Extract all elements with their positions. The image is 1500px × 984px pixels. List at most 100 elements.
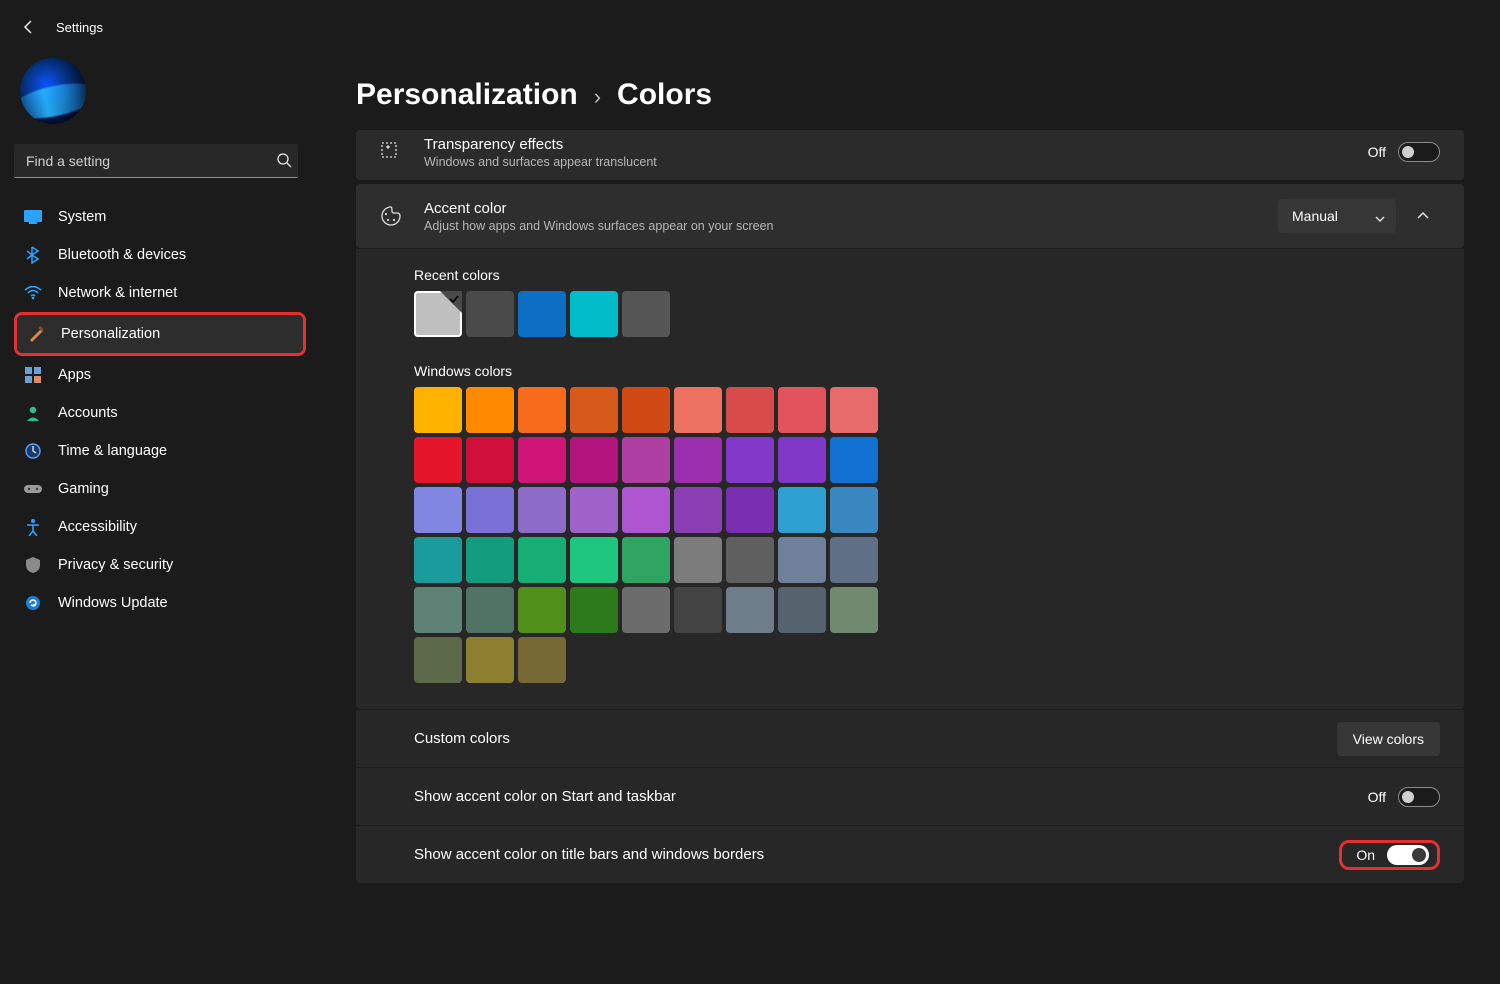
windows-color-swatch[interactable]: [414, 537, 462, 583]
sidebar-item-label: Windows Update: [58, 595, 168, 611]
sidebar-item-time[interactable]: Time & language: [14, 432, 306, 470]
sidebar-item-accounts[interactable]: Accounts: [14, 394, 306, 432]
windows-color-swatch[interactable]: [466, 537, 514, 583]
brush-icon: [27, 325, 45, 343]
windows-color-swatch[interactable]: [518, 437, 566, 483]
bluetooth-icon: [24, 246, 42, 264]
breadcrumb-parent[interactable]: Personalization: [356, 78, 578, 112]
windows-color-swatch[interactable]: [778, 487, 826, 533]
sidebar-item-network[interactable]: Network & internet: [14, 274, 306, 312]
gamepad-icon: [24, 480, 42, 498]
windows-color-swatch[interactable]: [778, 587, 826, 633]
recent-color-swatch[interactable]: [570, 291, 618, 337]
sidebar-item-gaming[interactable]: Gaming: [14, 470, 306, 508]
sidebar-item-bluetooth[interactable]: Bluetooth & devices: [14, 236, 306, 274]
windows-color-swatch[interactable]: [570, 587, 618, 633]
clock-globe-icon: [24, 442, 42, 460]
avatar[interactable]: [20, 58, 86, 124]
windows-color-swatch[interactable]: [726, 387, 774, 433]
accent-mode-dropdown[interactable]: Manual: [1278, 199, 1396, 233]
windows-color-swatch[interactable]: [518, 637, 566, 683]
sidebar-item-accessibility[interactable]: Accessibility: [14, 508, 306, 546]
windows-color-swatch[interactable]: [726, 587, 774, 633]
back-button[interactable]: [20, 18, 38, 36]
windows-color-swatch[interactable]: [622, 587, 670, 633]
titlebar-title: Show accent color on title bars and wind…: [414, 846, 764, 863]
windows-color-swatch[interactable]: [414, 487, 462, 533]
recent-color-swatch[interactable]: [466, 291, 514, 337]
recent-colors-row: [414, 291, 1440, 337]
sidebar-item-privacy[interactable]: Privacy & security: [14, 546, 306, 584]
search-icon: [276, 152, 292, 168]
view-colors-button[interactable]: View colors: [1337, 722, 1440, 756]
sidebar-item-update[interactable]: Windows Update: [14, 584, 306, 622]
windows-color-swatch[interactable]: [674, 437, 722, 483]
titlebar-state: On: [1356, 847, 1375, 863]
windows-color-swatch[interactable]: [726, 437, 774, 483]
chevron-right-icon: ›: [594, 84, 601, 110]
windows-color-swatch[interactable]: [518, 387, 566, 433]
windows-color-swatch[interactable]: [518, 587, 566, 633]
transparency-toggle[interactable]: [1398, 142, 1440, 162]
windows-color-swatch[interactable]: [830, 437, 878, 483]
recent-color-swatch[interactable]: [518, 291, 566, 337]
windows-color-swatch[interactable]: [466, 587, 514, 633]
accent-mode-value: Manual: [1292, 208, 1338, 224]
windows-color-swatch[interactable]: [414, 387, 462, 433]
sidebar-item-apps[interactable]: Apps: [14, 356, 306, 394]
titlebar-toggle[interactable]: [1387, 845, 1429, 865]
recent-color-swatch[interactable]: [414, 291, 462, 337]
transparency-subtitle: Windows and surfaces appear translucent: [424, 155, 1368, 169]
sidebar-item-personalization[interactable]: Personalization: [17, 315, 303, 353]
windows-color-swatch[interactable]: [570, 537, 618, 583]
windows-color-swatch[interactable]: [830, 387, 878, 433]
recent-colors-label: Recent colors: [414, 267, 1440, 283]
sidebar-item-label: Accounts: [58, 405, 118, 421]
transparency-row: Transparency effects Windows and surface…: [356, 130, 1464, 180]
windows-color-swatch[interactable]: [622, 487, 670, 533]
windows-color-swatch[interactable]: [674, 387, 722, 433]
accent-header-row[interactable]: Accent color Adjust how apps and Windows…: [356, 184, 1464, 248]
windows-color-swatch[interactable]: [466, 387, 514, 433]
sidebar-item-system[interactable]: System: [14, 198, 306, 236]
windows-color-swatch[interactable]: [622, 387, 670, 433]
windows-color-swatch[interactable]: [622, 537, 670, 583]
windows-color-swatch[interactable]: [414, 637, 462, 683]
windows-color-swatch[interactable]: [830, 487, 878, 533]
windows-color-swatch[interactable]: [674, 587, 722, 633]
recent-color-swatch[interactable]: [622, 291, 670, 337]
sidebar-item-label: Privacy & security: [58, 557, 173, 573]
windows-color-swatch[interactable]: [570, 487, 618, 533]
windows-color-swatch[interactable]: [414, 587, 462, 633]
windows-color-swatch[interactable]: [414, 437, 462, 483]
windows-color-swatch[interactable]: [466, 487, 514, 533]
accent-collapse-button[interactable]: [1406, 199, 1440, 233]
windows-color-swatch[interactable]: [674, 487, 722, 533]
start-taskbar-title: Show accent color on Start and taskbar: [414, 788, 676, 805]
sidebar-item-label: Apps: [58, 367, 91, 383]
chevron-up-icon: [1416, 208, 1430, 224]
windows-color-swatch[interactable]: [830, 537, 878, 583]
chevron-down-icon: [1374, 211, 1386, 227]
windows-color-swatch[interactable]: [778, 437, 826, 483]
windows-color-swatch[interactable]: [778, 387, 826, 433]
windows-color-swatch[interactable]: [570, 387, 618, 433]
windows-color-swatch[interactable]: [466, 637, 514, 683]
windows-color-swatch[interactable]: [570, 437, 618, 483]
windows-color-swatch[interactable]: [726, 537, 774, 583]
windows-color-swatch[interactable]: [726, 487, 774, 533]
transparency-state: Off: [1368, 144, 1386, 160]
windows-color-swatch[interactable]: [518, 537, 566, 583]
windows-color-swatch[interactable]: [518, 487, 566, 533]
start-taskbar-toggle[interactable]: [1398, 787, 1440, 807]
monitor-icon: [24, 208, 42, 226]
windows-colors-grid: [414, 387, 1440, 683]
search-input[interactable]: [14, 144, 298, 178]
shield-icon: [24, 556, 42, 574]
windows-color-swatch[interactable]: [622, 437, 670, 483]
windows-color-swatch[interactable]: [674, 537, 722, 583]
windows-color-swatch[interactable]: [466, 437, 514, 483]
windows-color-swatch[interactable]: [830, 587, 878, 633]
start-taskbar-row: Show accent color on Start and taskbar O…: [356, 767, 1464, 825]
windows-color-swatch[interactable]: [778, 537, 826, 583]
